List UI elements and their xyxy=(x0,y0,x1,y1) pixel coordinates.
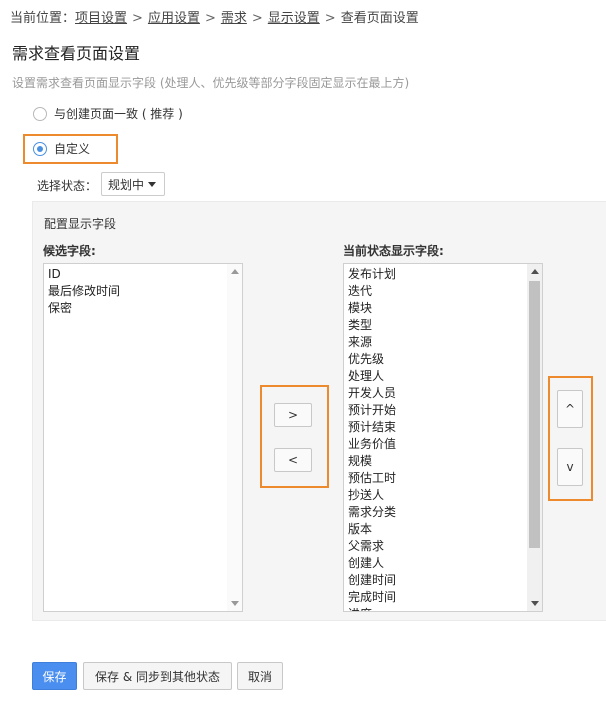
breadcrumb-prefix: 当前位置： xyxy=(10,11,76,26)
current-field-item[interactable]: 抄送人 xyxy=(348,487,396,504)
current-field-item[interactable]: 业务价值 xyxy=(348,436,396,453)
current-field-item[interactable]: 模块 xyxy=(348,300,396,317)
cancel-button[interactable]: 取消 xyxy=(237,662,283,690)
scroll-down-arrow-icon[interactable] xyxy=(227,596,242,611)
scroll-up-arrow-icon[interactable] xyxy=(227,264,242,279)
page-description: 设置需求查看页面显示字段 (处理人、优先级等部分字段固定显示在最上方) xyxy=(12,76,410,90)
breadcrumb-separator: > xyxy=(251,11,263,26)
current-field-item[interactable]: 完成时间 xyxy=(348,589,396,606)
radio-same-as-create[interactable] xyxy=(33,106,47,121)
breadcrumb-display-settings[interactable]: 显示设置 xyxy=(268,11,320,26)
current-items: 发布计划 迭代 模块 类型 来源 优先级 处理人 开发人员 预计开始 预计结束 … xyxy=(348,266,396,611)
current-field-item[interactable]: 规模 xyxy=(348,453,396,470)
status-select-value: 规划中 xyxy=(108,177,145,192)
highlight-order-buttons xyxy=(548,376,593,501)
highlight-move-buttons xyxy=(260,385,329,488)
candidate-field-item[interactable]: 保密 xyxy=(48,300,120,317)
candidate-field-item[interactable]: 最后修改时间 xyxy=(48,283,120,300)
status-filter-label: 选择状态： xyxy=(37,179,98,193)
page-title: 需求查看页面设置 xyxy=(12,44,141,63)
save-sync-button[interactable]: 保存 & 同步到其他状态 xyxy=(83,662,232,690)
candidate-field-item[interactable]: ID xyxy=(48,266,120,283)
current-field-item[interactable]: 创建时间 xyxy=(348,572,396,589)
candidate-items: ID 最后修改时间 保密 xyxy=(48,266,120,317)
current-field-item[interactable]: 优先级 xyxy=(348,351,396,368)
current-field-item[interactable]: 创建人 xyxy=(348,555,396,572)
current-scrollbar[interactable] xyxy=(527,264,542,611)
breadcrumb-requirements[interactable]: 需求 xyxy=(221,11,247,26)
config-panel: 配置显示字段 候选字段: 当前状态显示字段: ID 最后修改时间 保密 发布计划… xyxy=(32,201,606,621)
current-fields-label: 当前状态显示字段: xyxy=(343,244,444,258)
option-same-as-create[interactable]: 与创建页面一致 ( 推荐 ) xyxy=(33,105,183,122)
current-field-item[interactable]: 预计结束 xyxy=(348,419,396,436)
breadcrumb-project-settings[interactable]: 项目设置 xyxy=(75,11,127,26)
current-field-item[interactable]: 发布计划 xyxy=(348,266,396,283)
current-field-item[interactable]: 进度 xyxy=(348,606,396,611)
current-field-item[interactable]: 来源 xyxy=(348,334,396,351)
candidate-fields-list[interactable]: ID 最后修改时间 保密 xyxy=(43,263,243,612)
current-fields-list[interactable]: 发布计划 迭代 模块 类型 来源 优先级 处理人 开发人员 预计开始 预计结束 … xyxy=(343,263,543,612)
candidate-fields-label: 候选字段: xyxy=(43,244,96,258)
current-field-item[interactable]: 父需求 xyxy=(348,538,396,555)
breadcrumb-separator: > xyxy=(204,11,216,26)
current-field-item[interactable]: 版本 xyxy=(348,521,396,538)
current-field-item[interactable]: 需求分类 xyxy=(348,504,396,521)
current-field-item[interactable]: 类型 xyxy=(348,317,396,334)
config-title: 配置显示字段 xyxy=(44,217,117,231)
caret-down-icon xyxy=(148,181,157,187)
breadcrumb-separator: > xyxy=(324,11,336,26)
current-field-item[interactable]: 预计开始 xyxy=(348,402,396,419)
candidate-scrollbar[interactable] xyxy=(227,264,242,611)
scrollbar-thumb[interactable] xyxy=(529,281,540,548)
current-field-item[interactable]: 处理人 xyxy=(348,368,396,385)
breadcrumb-app-settings[interactable]: 应用设置 xyxy=(148,11,200,26)
breadcrumb-current: 查看页面设置 xyxy=(340,11,419,26)
highlight-custom-option xyxy=(23,134,118,164)
current-field-item[interactable]: 开发人员 xyxy=(348,385,396,402)
breadcrumb-separator: > xyxy=(132,11,143,26)
scroll-down-arrow-icon[interactable] xyxy=(527,596,542,611)
scroll-up-arrow-icon[interactable] xyxy=(527,264,542,279)
current-field-item[interactable]: 迭代 xyxy=(348,283,396,300)
breadcrumb: 当前位置：项目设置 > 应用设置 > 需求 > 显示设置 > 查看页面设置 xyxy=(10,7,419,26)
save-button[interactable]: 保存 xyxy=(32,662,77,690)
current-field-item[interactable]: 预估工时 xyxy=(348,470,396,487)
option-same-as-create-label: 与创建页面一致 ( 推荐 ) xyxy=(54,107,183,121)
status-select[interactable]: 规划中 xyxy=(101,172,165,196)
